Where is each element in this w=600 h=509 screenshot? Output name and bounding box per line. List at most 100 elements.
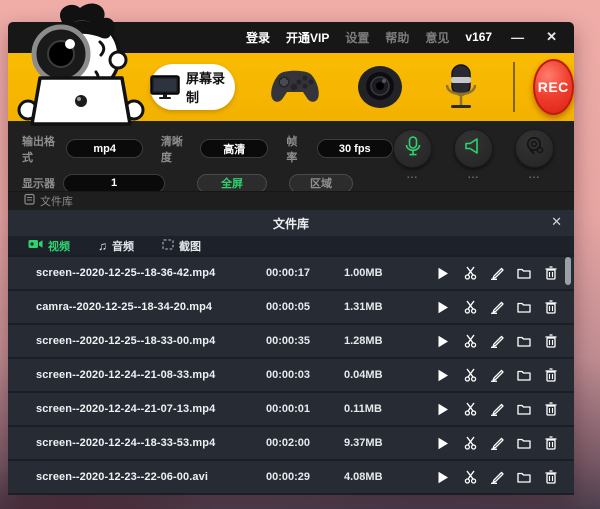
output-format-select[interactable]: mp4 [66, 139, 142, 158]
file-name: screen--2020-12-24--21-07-13.mp4 [36, 403, 266, 415]
speaker-more-button[interactable]: ... [468, 171, 479, 181]
play-button[interactable] [436, 368, 450, 382]
screen-record-label: 屏幕录制 [186, 68, 235, 106]
help-menu[interactable]: 帮助 [385, 29, 409, 46]
speaker-toggle-button[interactable] [454, 129, 493, 168]
open-folder-button[interactable] [517, 334, 531, 348]
tab-video[interactable]: 视频 [28, 238, 70, 254]
table-row[interactable]: screen--2020-12-25--18-36-42.mp4 00:00:1… [8, 257, 574, 289]
mic-toggle-button[interactable] [393, 129, 432, 168]
monitor-icon [150, 75, 180, 99]
play-button[interactable] [436, 300, 450, 314]
webcam-toggle-button[interactable] [515, 129, 554, 168]
play-button[interactable] [436, 334, 450, 348]
file-duration: 00:00:05 [266, 301, 344, 313]
clarity-label: 清晰度 [161, 133, 188, 165]
file-name: screen--2020-12-25--18-36-42.mp4 [36, 267, 266, 279]
screen-record-mode-button[interactable]: 屏幕录制 [150, 64, 235, 110]
table-row[interactable]: screen--2020-12-24--18-33-53.mp4 00:02:0… [8, 427, 574, 459]
library-panel: 文件库 ✕ 视频 ♫ 音频 [8, 210, 574, 495]
vip-button[interactable]: 开通VIP [286, 29, 329, 46]
clarity-select[interactable]: 高清 [200, 139, 268, 158]
close-button[interactable]: ✕ [543, 29, 560, 45]
open-folder-button[interactable] [517, 470, 531, 484]
file-size: 4.08MB [344, 471, 436, 483]
cut-button[interactable] [463, 436, 477, 450]
settings-menu[interactable]: 设置 [345, 29, 369, 46]
cut-button[interactable] [463, 334, 477, 348]
delete-button[interactable] [544, 402, 558, 416]
open-folder-button[interactable] [517, 368, 531, 382]
edit-button[interactable] [490, 300, 504, 314]
cut-button[interactable] [463, 300, 477, 314]
scrollbar-thumb[interactable] [565, 257, 571, 285]
play-button[interactable] [436, 470, 450, 484]
delete-button[interactable] [544, 266, 558, 280]
camera-record-mode-button[interactable] [357, 64, 403, 110]
edit-button[interactable] [490, 436, 504, 450]
mic-more-button[interactable]: ... [407, 171, 418, 181]
music-note-icon: ♫ [98, 239, 107, 253]
table-row[interactable]: screen--2020-12-24--21-08-33.mp4 00:00:0… [8, 359, 574, 391]
webcam-more-button[interactable]: ... [529, 171, 540, 181]
file-size: 1.31MB [344, 301, 436, 313]
file-name: screen--2020-12-25--18-33-00.mp4 [36, 335, 266, 347]
table-row[interactable]: screen--2020-12-25--18-33-00.mp4 00:00:3… [8, 325, 574, 357]
file-name: screen--2020-12-24--18-33-53.mp4 [36, 437, 266, 449]
file-duration: 00:00:29 [266, 471, 344, 483]
file-size: 1.00MB [344, 267, 436, 279]
file-size: 0.11MB [344, 403, 436, 415]
edit-button[interactable] [490, 266, 504, 280]
library-shortcut[interactable]: 文件库 [8, 191, 574, 210]
open-folder-button[interactable] [517, 300, 531, 314]
open-folder-button[interactable] [517, 266, 531, 280]
framerate-select[interactable]: 30 fps [317, 139, 393, 158]
file-duration: 00:00:17 [266, 267, 344, 279]
video-camera-icon [28, 239, 43, 252]
webcam-icon [525, 136, 545, 161]
delete-button[interactable] [544, 334, 558, 348]
framerate-label: 帧率 [286, 133, 304, 165]
game-record-mode-button[interactable] [269, 69, 321, 105]
screenshot-icon [162, 239, 174, 253]
cut-button[interactable] [463, 470, 477, 484]
edit-button[interactable] [490, 470, 504, 484]
play-button[interactable] [436, 402, 450, 416]
library-title: 文件库 [8, 215, 574, 232]
edit-button[interactable] [490, 368, 504, 382]
delete-button[interactable] [544, 300, 558, 314]
cut-button[interactable] [463, 368, 477, 382]
table-row[interactable]: camra--2020-12-25--18-34-20.mp4 00:00:05… [8, 291, 574, 323]
tab-screenshot[interactable]: 截图 [162, 238, 201, 254]
table-row[interactable]: screen--2020-12-23--22-06-00.avi 00:00:2… [8, 461, 574, 493]
minimize-button[interactable]: — [508, 30, 527, 45]
header-divider [513, 62, 514, 112]
tab-audio[interactable]: ♫ 音频 [98, 238, 134, 254]
edit-button[interactable] [490, 334, 504, 348]
file-duration: 00:00:35 [266, 335, 344, 347]
speaker-icon [464, 137, 483, 160]
mic-record-mode-button[interactable] [441, 63, 481, 111]
play-button[interactable] [436, 436, 450, 450]
table-row[interactable]: screen--2020-12-24--21-07-13.mp4 00:00:0… [8, 393, 574, 425]
tab-screenshot-label: 截图 [179, 238, 201, 254]
library-close-icon[interactable]: ✕ [551, 214, 562, 230]
delete-button[interactable] [544, 436, 558, 450]
cut-button[interactable] [463, 266, 477, 280]
edit-button[interactable] [490, 402, 504, 416]
microphone-icon [404, 136, 422, 161]
delete-button[interactable] [544, 470, 558, 484]
output-format-label: 输出格式 [22, 133, 58, 165]
delete-button[interactable] [544, 368, 558, 382]
cut-button[interactable] [463, 402, 477, 416]
file-name: screen--2020-12-24--21-08-33.mp4 [36, 369, 266, 381]
rec-button[interactable]: REC [533, 59, 574, 115]
library-shortcut-label: 文件库 [40, 193, 73, 209]
login-button[interactable]: 登录 [246, 29, 270, 46]
open-folder-button[interactable] [517, 402, 531, 416]
feedback-menu[interactable]: 意见 [425, 29, 449, 46]
tab-audio-label: 音频 [112, 238, 134, 254]
open-folder-button[interactable] [517, 436, 531, 450]
display-label: 显示器 [22, 175, 55, 191]
play-button[interactable] [436, 266, 450, 280]
